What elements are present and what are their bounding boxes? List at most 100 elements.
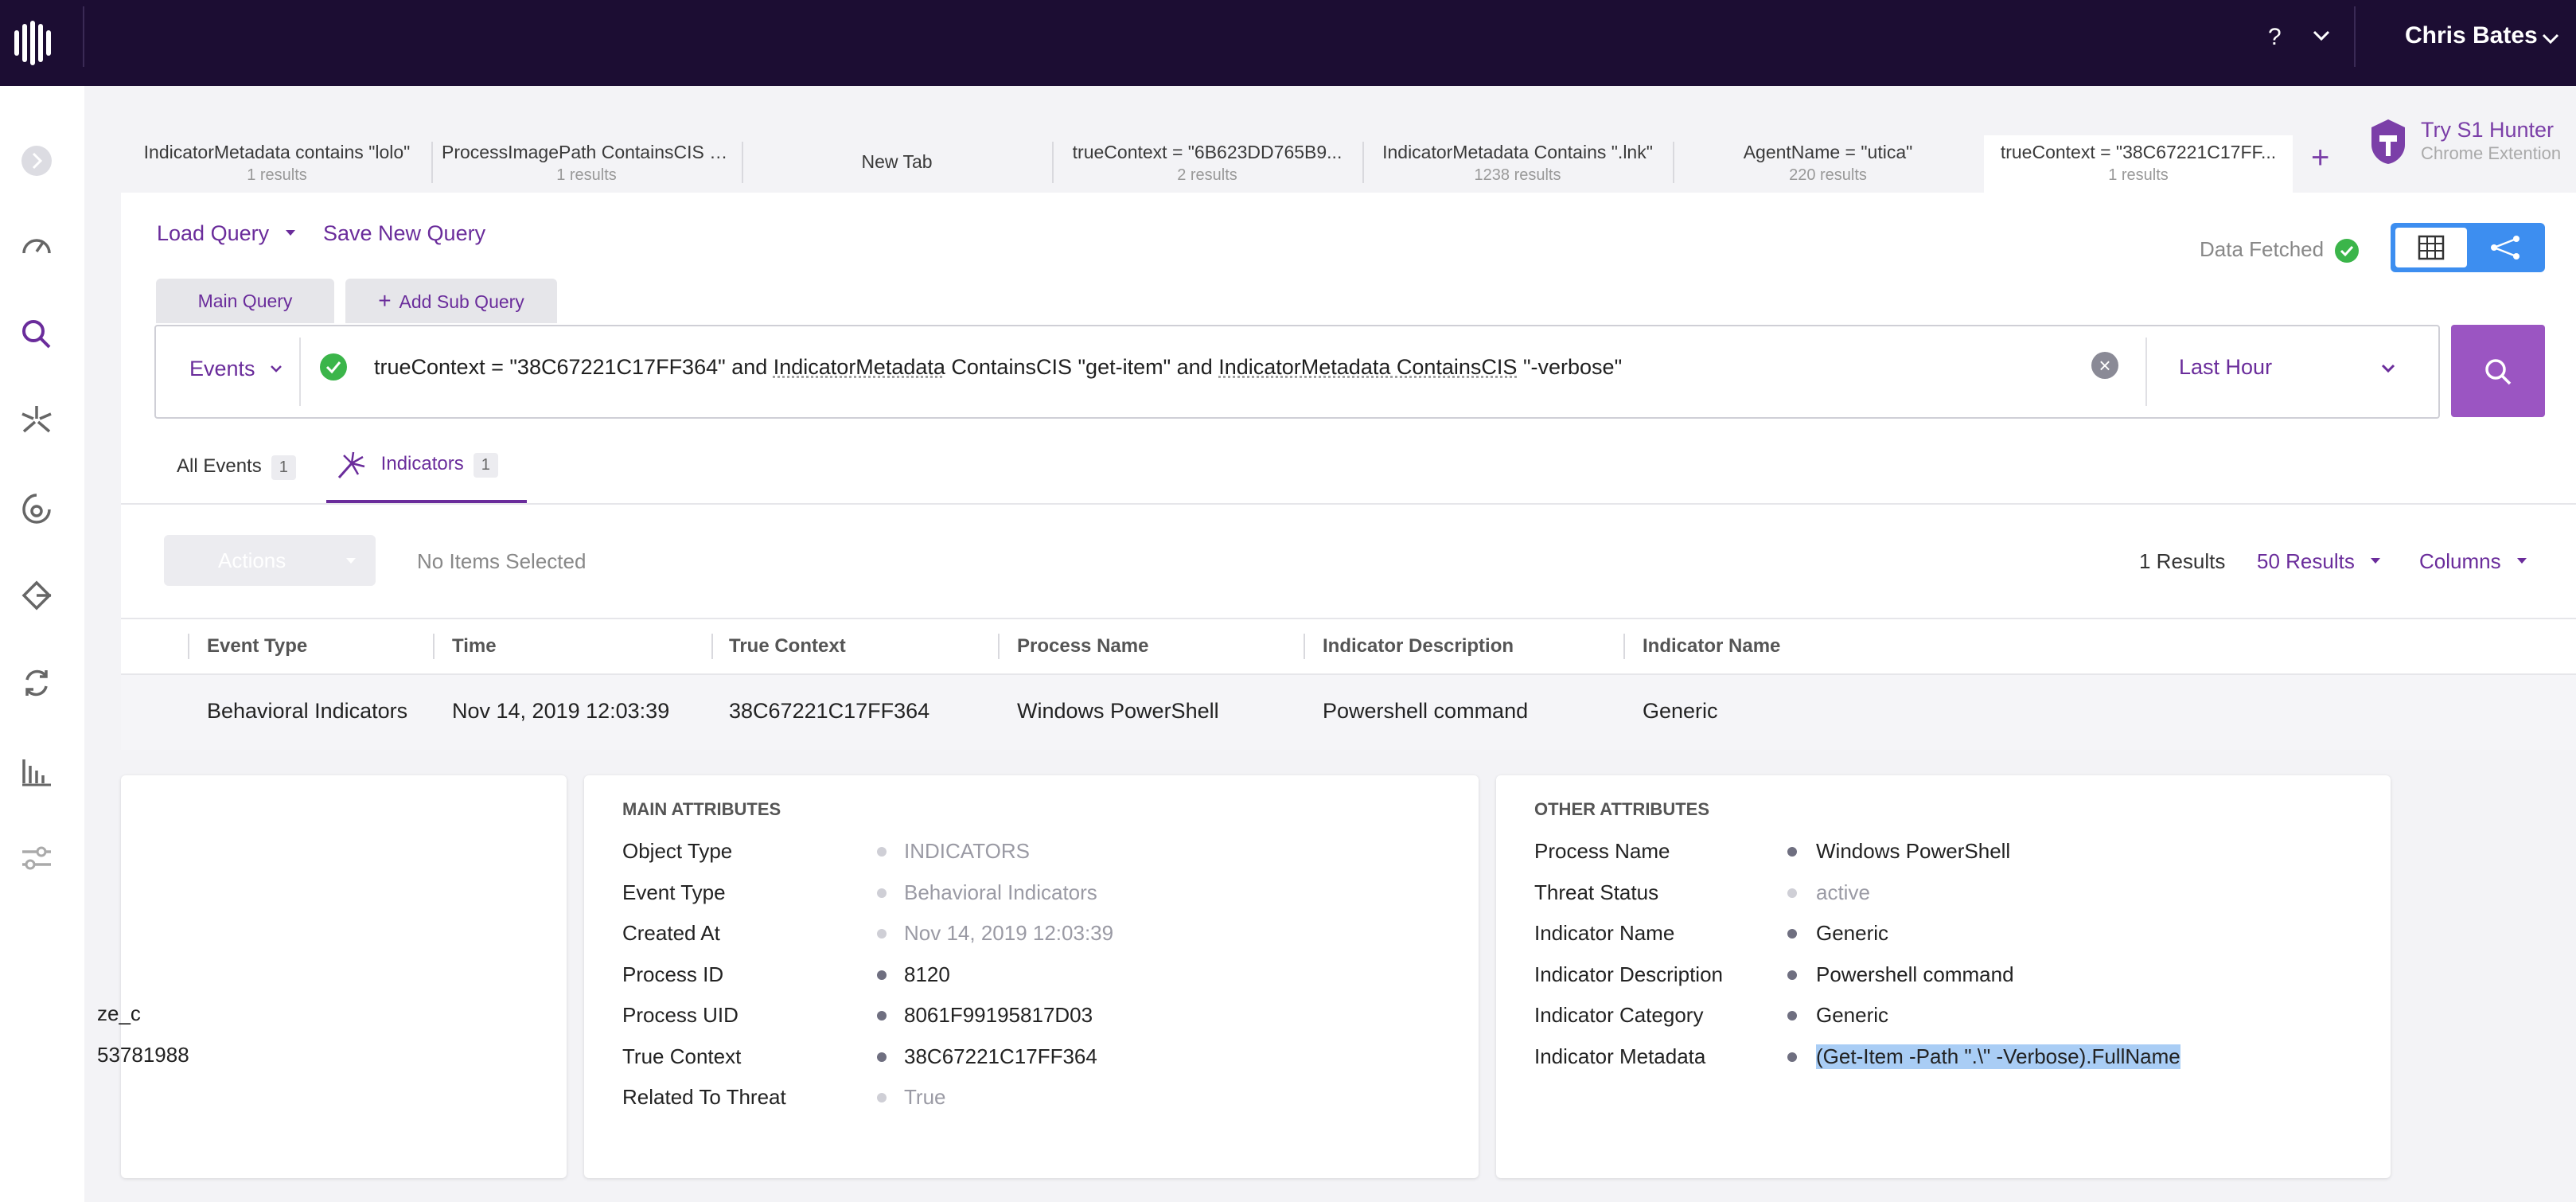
s1-hunter-subtitle: Chrome Extention <box>2421 143 2562 163</box>
column-header-event-type[interactable]: Event Type <box>207 635 307 658</box>
sync-icon[interactable] <box>19 665 54 701</box>
column-divider <box>998 634 1000 659</box>
divider <box>121 618 2576 619</box>
query-divider <box>299 338 301 406</box>
bullet-dot <box>1787 847 1797 857</box>
clear-query-button[interactable]: × <box>2091 352 2118 379</box>
add-tab-button[interactable]: + <box>2311 140 2329 176</box>
save-new-query-button[interactable]: Save New Query <box>323 221 485 246</box>
actions-dropdown[interactable]: Actions <box>164 535 376 586</box>
query-input[interactable]: trueContext = "38C67221C17FF364" and Ind… <box>374 355 1622 380</box>
other-attribute-value[interactable]: Generic <box>1816 1003 1888 1028</box>
cell-true-context: 38C67221C17FF364 <box>729 699 930 723</box>
help-button[interactable]: ? <box>2268 24 2282 51</box>
indicators-sparkle-icon <box>337 451 365 478</box>
main-attribute-value[interactable]: INDICATORS <box>904 839 1030 864</box>
query-text: IndicatorMetadata <box>1218 355 1391 379</box>
chevron-down-icon[interactable] <box>2311 25 2332 46</box>
bullet-dot <box>877 847 887 857</box>
column-header-true-context[interactable]: True Context <box>729 635 846 658</box>
query-tab[interactable]: New Tab <box>742 135 1051 193</box>
query-box[interactable]: Events trueContext = "38C67221C17FF364" … <box>154 325 2440 419</box>
query-tab-title: AgentName = "utica" <box>1743 142 1913 162</box>
query-tab-results: 1 results <box>556 166 617 184</box>
column-header-time[interactable]: Time <box>452 635 497 658</box>
reports-chart-icon[interactable] <box>19 753 54 788</box>
other-attribute-value[interactable]: Generic <box>1816 921 1888 946</box>
user-menu[interactable]: Chris Bates <box>2405 22 2538 49</box>
column-divider <box>1304 634 1305 659</box>
selection-status: No Items Selected <box>417 549 587 573</box>
query-tab-title: IndicatorMetadata Contains ".lnk" <box>1382 142 1653 162</box>
table-view-button[interactable] <box>2395 228 2467 267</box>
activity-icon[interactable] <box>19 490 54 525</box>
main-query-tab[interactable]: Main Query <box>156 279 334 323</box>
tab-all-events-label: All Events <box>177 455 262 477</box>
main-attributes-title: MAIN ATTRIBUTES <box>622 799 781 819</box>
main-attribute-value[interactable]: 8061F99195817D03 <box>904 1003 1093 1028</box>
main-attribute-value[interactable]: 38C67221C17FF364 <box>904 1044 1097 1069</box>
main-attribute-value[interactable]: 8120 <box>904 962 950 987</box>
s1-hunter-helmet-icon <box>2371 119 2405 164</box>
scope-dropdown[interactable]: Events <box>189 357 283 381</box>
run-search-button[interactable] <box>2451 325 2545 417</box>
sidebar <box>0 86 86 1202</box>
column-header-process-name[interactable]: Process Name <box>1017 635 1148 658</box>
bullet-dot <box>877 888 887 898</box>
chevron-down-icon <box>271 365 282 373</box>
tab-count-badge: 1 <box>271 455 296 480</box>
chevron-down-icon <box>346 558 356 564</box>
query-tab[interactable]: AgentName = "utica" 220 results <box>1674 135 1982 193</box>
cell-time: Nov 14, 2019 12:03:39 <box>452 699 670 723</box>
settings-sliders-icon[interactable] <box>19 841 54 876</box>
column-divider <box>1623 634 1625 659</box>
sentinelone-logo-icon[interactable] <box>11 19 53 67</box>
query-tab[interactable]: trueContext = "6B623DD765B9... 2 results <box>1053 135 1362 193</box>
query-tab-title: trueContext = "6B623DD765B9... <box>1072 142 1343 162</box>
query-tab[interactable]: IndicatorMetadata Contains ".lnk" 1238 r… <box>1363 135 1672 193</box>
main-attribute-value[interactable]: True <box>904 1085 946 1110</box>
s1-hunter-promo[interactable]: Try S1 Hunter Chrome Extention <box>2368 118 2561 170</box>
results-count: 1 Results <box>2139 549 2226 573</box>
other-attribute-value[interactable]: active <box>1816 880 1870 905</box>
tab-indicators-label: Indicators <box>380 453 464 475</box>
graph-view-icon[interactable] <box>2483 232 2527 263</box>
expand-sidebar-icon[interactable] <box>19 143 54 178</box>
add-sub-query-button[interactable]: + Add Sub Query <box>345 279 557 323</box>
scope-label: Events <box>189 357 255 381</box>
query-tab[interactable]: ProcessImagePath ContainsCIS "j... 1 res… <box>432 135 741 193</box>
other-attribute-key: Indicator Category <box>1534 1003 1704 1027</box>
main-attribute-value[interactable]: Nov 14, 2019 12:03:39 <box>904 921 1113 946</box>
topbar-divider <box>2354 6 2356 67</box>
search-icon[interactable] <box>19 317 54 352</box>
other-attribute-value[interactable]: (Get-Item -Path ".\" -Verbose).FullName <box>1816 1044 2180 1069</box>
column-header-indicator-name[interactable]: Indicator Name <box>1643 635 1780 658</box>
chevron-down-icon[interactable] <box>2379 360 2397 377</box>
other-attribute-value[interactable]: Powershell command <box>1816 962 2014 987</box>
query-tab-results: 2 results <box>1177 166 1237 184</box>
threats-icon[interactable] <box>19 403 54 438</box>
main-attribute-value[interactable]: Behavioral Indicators <box>904 880 1097 905</box>
tab-all-events[interactable]: All Events 1 <box>177 455 296 519</box>
page-size-dropdown[interactable]: 50 Results <box>2257 549 2383 574</box>
other-attribute-value[interactable]: Windows PowerShell <box>1816 839 2010 864</box>
tab-indicators[interactable]: Indicators 1 <box>336 451 498 514</box>
other-attribute-key: Process Name <box>1534 839 1670 863</box>
bullet-dot <box>1787 888 1797 898</box>
query-tab-title: ProcessImagePath ContainsCIS "j... <box>442 142 735 162</box>
columns-dropdown[interactable]: Columns <box>2419 549 2529 574</box>
view-toggle <box>2391 223 2545 272</box>
column-divider <box>433 634 435 659</box>
query-tab-active[interactable]: trueContext = "38C67221C17FF... 1 result… <box>1984 135 2293 193</box>
column-header-indicator-description[interactable]: Indicator Description <box>1323 635 1514 658</box>
dashboard-gauge-icon[interactable] <box>19 229 54 264</box>
network-icon[interactable] <box>19 578 54 613</box>
load-query-button[interactable]: Load Query <box>157 221 298 246</box>
user-chevron-down-icon[interactable] <box>2540 29 2561 49</box>
time-range-dropdown[interactable]: Last Hour <box>2179 355 2272 380</box>
query-tab[interactable]: IndicatorMetadata contains "lolo" 1 resu… <box>123 135 431 193</box>
query-text: ContainsCIS "get-item" and <box>945 355 1219 379</box>
query-tab-results: 1238 results <box>1474 166 1561 184</box>
chevron-down-icon <box>2371 558 2381 564</box>
other-attribute-key: Indicator Metadata <box>1534 1044 1706 1068</box>
